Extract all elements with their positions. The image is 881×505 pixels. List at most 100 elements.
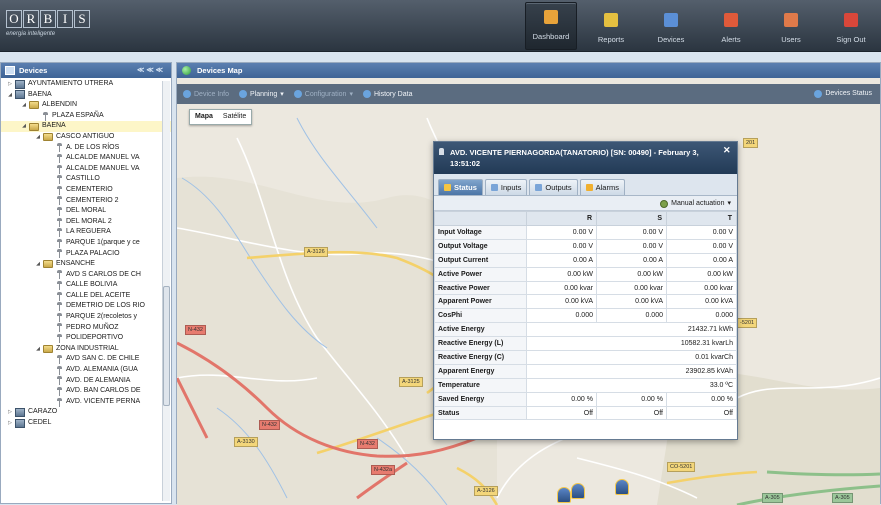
tree-item[interactable]: PARQUE 1(parque y ce <box>1 238 171 249</box>
streetlight-icon <box>57 387 62 397</box>
device-marker-icon[interactable] <box>557 487 571 503</box>
home-icon <box>544 10 558 24</box>
table-row: Saved Energy 0.00 % 0.00 % 0.00 % <box>434 391 737 407</box>
expand-toggle-icon[interactable]: ▷ <box>7 418 13 429</box>
tree-item-label: AVD. ALEMANIA (GUA <box>66 366 138 374</box>
nav-alerts-button[interactable]: Alerts <box>701 0 761 52</box>
tree-item[interactable]: PLAZA PALACIO <box>1 249 171 260</box>
table-row: Output Voltage 0.00 V 0.00 V 0.00 V <box>434 238 737 254</box>
toolbar-label: Configuration <box>304 90 347 98</box>
table-row: Apparent Power 0.00 kVA 0.00 kVA 0.00 kVA <box>434 294 737 310</box>
tree-item[interactable]: DEL MORAL <box>1 206 171 217</box>
expand-toggle-icon[interactable]: ▷ <box>7 407 13 418</box>
tree-item[interactable]: ALCALDE MANUEL VA <box>1 164 171 175</box>
tree-item[interactable]: DEL MORAL 2 <box>1 217 171 228</box>
tree-item[interactable]: ◢ BAENA <box>1 90 171 101</box>
row-value: 0.00 kvar <box>596 280 667 296</box>
row-label: Output Current <box>434 252 527 268</box>
devices-map-header: Devices Map <box>177 63 880 78</box>
close-icon[interactable]: ✕ <box>723 146 732 155</box>
tree-item[interactable]: A. DE LOS RÍOS <box>1 143 171 154</box>
manual-actuation-button[interactable]: Manual actuation ▾ <box>660 198 731 209</box>
tree-item[interactable]: CALLE DEL ACEITE <box>1 291 171 302</box>
nav-dashboard-button[interactable]: Dashboard <box>525 2 577 50</box>
tab-outputs[interactable]: Outputs <box>529 179 578 195</box>
tab-inputs[interactable]: Inputs <box>484 179 528 195</box>
tree-item[interactable]: POLIDEPORTIVO <box>1 333 171 344</box>
streetlight-icon <box>57 196 62 206</box>
tree-item[interactable]: ◢ ALBENDIN <box>1 100 171 111</box>
tree-item[interactable]: ◢ CASCO ANTIGUO <box>1 132 171 143</box>
devices-status-button[interactable]: Devices Status <box>814 84 872 104</box>
device-marker-icon[interactable] <box>615 479 629 495</box>
tab-status[interactable]: Status <box>438 179 483 195</box>
nav-sign-out-button[interactable]: Sign Out <box>821 0 881 52</box>
expand-toggle-icon[interactable]: ◢ <box>35 259 41 270</box>
tab-alarms[interactable]: Alarms <box>579 179 625 195</box>
tree-item[interactable]: CEMENTERIO <box>1 185 171 196</box>
tree-item[interactable]: ◢ ENSANCHE <box>1 259 171 270</box>
toolbar-device-info-button[interactable]: Device Info <box>183 90 229 98</box>
expand-toggle-icon[interactable]: ◢ <box>35 132 41 143</box>
expand-toggle-icon[interactable]: ◢ <box>21 121 27 132</box>
row-label: Input Voltage <box>434 225 527 240</box>
row-label: Active Power <box>434 266 527 282</box>
streetlight-icon <box>57 217 62 227</box>
table-row: Input Voltage 0.00 V 0.00 V 0.00 V <box>434 225 737 240</box>
nav-label: Devices <box>657 35 685 44</box>
road-label: A-3126 <box>304 247 328 257</box>
toolbar-configuration-button[interactable]: Configuration ▾ <box>293 90 353 98</box>
expand-toggle-icon[interactable]: ◢ <box>21 100 27 111</box>
row-value: 23902.85 kVAh <box>526 363 737 379</box>
tree-scrollbar-thumb[interactable] <box>163 286 170 406</box>
tree-item[interactable]: ▷ CEDEL <box>1 418 171 429</box>
map-type-satellite-button[interactable]: Satélite <box>218 110 251 124</box>
tree-item-label: A. DE LOS RÍOS <box>66 143 120 151</box>
row-label: CosPhi <box>434 308 527 324</box>
tree-item[interactable]: ALCALDE MANUEL VA <box>1 153 171 164</box>
tree-item[interactable]: AVD. VICENTE PERNA <box>1 397 171 408</box>
tree-item[interactable]: CASTILLO <box>1 174 171 185</box>
nav-label: Reports <box>597 35 625 44</box>
row-value: 0.00 V <box>596 225 667 240</box>
nav-devices-button[interactable]: Devices <box>641 0 701 52</box>
tree-item-label: CARAZO <box>28 408 58 416</box>
tree-item[interactable]: ◢ BAENA <box>1 121 171 132</box>
map-type-map-button[interactable]: Mapa <box>190 110 218 124</box>
panel-collapse-icons[interactable]: ≪≪≪ <box>137 63 165 78</box>
tab-label: Status <box>454 182 477 192</box>
tree-item[interactable]: PARQUE 2(recoletos y <box>1 312 171 323</box>
tree-item[interactable]: AVD SAN C. DE CHILE <box>1 354 171 365</box>
tree-item-label: DEL MORAL <box>66 207 107 215</box>
toolbar-history-data-button[interactable]: History Data <box>362 90 412 98</box>
gear-icon <box>660 199 669 208</box>
tree-item[interactable]: AVD S CARLOS DE CH <box>1 270 171 281</box>
tree-item[interactable]: ▷ AYUNTAMIENTO UTRERA <box>1 79 171 90</box>
tree-item[interactable]: AVD. ALEMANIA (GUA <box>1 365 171 376</box>
tree-item[interactable]: PLAZA ESPAÑA <box>1 111 171 122</box>
toolbar-planning-button[interactable]: Planning ▾ <box>239 90 284 98</box>
tree-item[interactable]: AVD. DE ALEMANIA <box>1 376 171 387</box>
tree-item[interactable]: CALLE BOLIVIA <box>1 280 171 291</box>
device-marker-cluster[interactable] <box>557 479 637 505</box>
tree-item[interactable]: DEMETRIO DE LOS RIO <box>1 301 171 312</box>
tree-item[interactable]: PEDRO MUÑOZ <box>1 323 171 334</box>
device-marker-icon[interactable] <box>571 483 585 499</box>
expand-toggle-icon[interactable]: ▷ <box>7 79 13 90</box>
row-value: 0.00 kW <box>526 266 597 282</box>
tree-item[interactable]: ◢ ZONA INDUSTRIAL <box>1 344 171 355</box>
tree-item[interactable]: CEMENTERIO 2 <box>1 196 171 207</box>
tree-scrollbar[interactable] <box>162 81 170 501</box>
folder-icon <box>43 133 53 142</box>
nav-reports-button[interactable]: Reports <box>581 0 641 52</box>
expand-toggle-icon[interactable]: ◢ <box>7 90 13 101</box>
expand-toggle-icon[interactable]: ◢ <box>35 344 41 355</box>
tree-item[interactable]: LA REGUERA <box>1 227 171 238</box>
tree-item-label: AVD. BAN CARLOS DE <box>66 387 141 395</box>
nav-users-button[interactable]: Users <box>761 0 821 52</box>
status-tab-icon <box>444 184 451 191</box>
tree-item[interactable]: ▷ CARAZO <box>1 407 171 418</box>
streetlight-icon <box>57 291 62 301</box>
tree-item[interactable]: AVD. BAN CARLOS DE <box>1 386 171 397</box>
popup-header: AVD. VICENTE PIERNAGORDA(TANATORIO) [SN:… <box>434 142 737 174</box>
